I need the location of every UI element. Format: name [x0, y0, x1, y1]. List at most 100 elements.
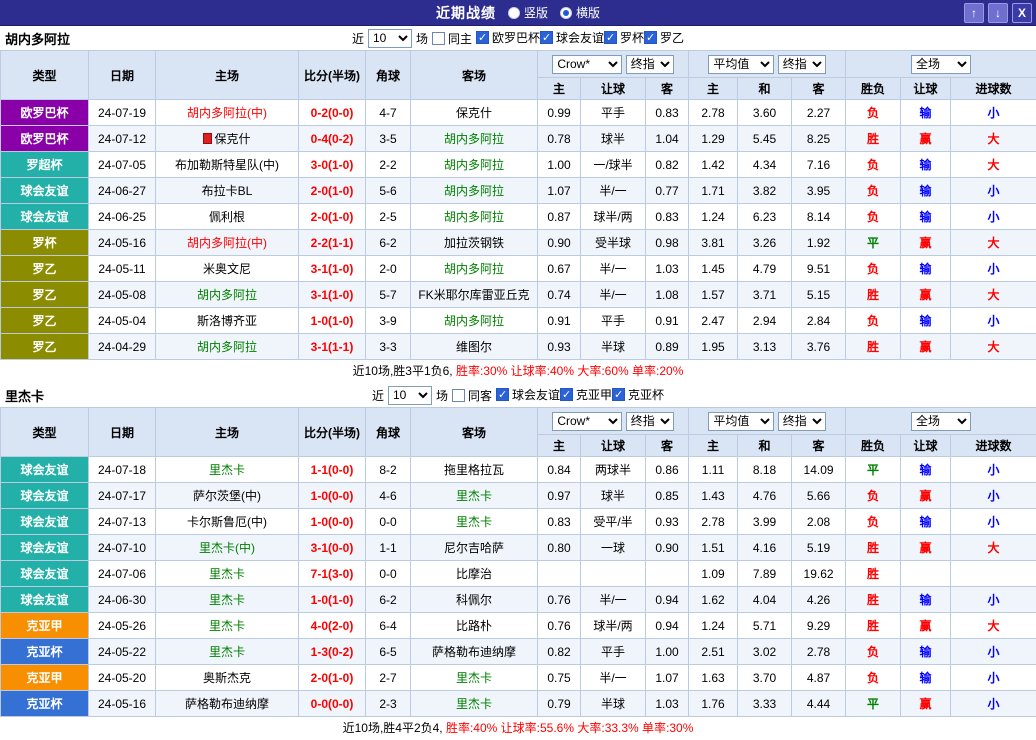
match-row: 欧罗巴杯24-07-19胡内多阿拉(中)0-2(0-0)4-7保克什0.99平手…: [1, 100, 1036, 126]
home-team[interactable]: 奥斯杰克: [156, 665, 299, 691]
home-team[interactable]: 胡内多阿拉: [156, 334, 299, 360]
away-team[interactable]: 萨格勒布迪纳摩: [411, 639, 538, 665]
league-filter-checkbox[interactable]: 球会友谊: [496, 386, 560, 403]
home-team-label: 佩利根: [209, 210, 245, 224]
away-team[interactable]: FK米耶尔库雷亚丘克: [411, 282, 538, 308]
average-select[interactable]: 平均值: [708, 412, 774, 431]
away-team[interactable]: 胡内多阿拉: [411, 126, 538, 152]
handicap-line: 受平/半: [581, 509, 646, 535]
result-goals: 小: [951, 509, 1036, 535]
filter-bar: 胡内多阿拉 近 10 场 同主 欧罗巴杯球会友谊罗杯罗乙: [0, 26, 1036, 50]
league-filter-checkbox[interactable]: 欧罗巴杯: [476, 29, 540, 46]
home-team[interactable]: 布拉卡BL: [156, 178, 299, 204]
sub-header-book-handicap: 让球: [581, 78, 646, 100]
home-team[interactable]: 斯洛博齐亚: [156, 308, 299, 334]
same-venue-checkbox[interactable]: 同主: [432, 30, 472, 47]
move-down-button[interactable]: ↓: [988, 3, 1008, 23]
avg-odds-home: 2.51: [689, 639, 738, 665]
scope-select[interactable]: 全场: [911, 55, 971, 74]
home-team-label: 里杰卡(中): [199, 541, 255, 555]
away-team[interactable]: 胡内多阿拉: [411, 178, 538, 204]
checkbox-checked-icon: [476, 31, 489, 44]
home-team[interactable]: 米奥文尼: [156, 256, 299, 282]
result-goals: 大: [951, 535, 1036, 561]
home-team[interactable]: 胡内多阿拉(中): [156, 100, 299, 126]
move-up-button[interactable]: ↑: [964, 3, 984, 23]
home-team[interactable]: 里杰卡: [156, 457, 299, 483]
match-score: 3-1(1-0): [299, 282, 366, 308]
avg-stage-select[interactable]: 终指: [778, 55, 826, 74]
odds-stage-select[interactable]: 终指: [626, 55, 674, 74]
col-header-corner: 角球: [366, 51, 411, 100]
handicap-line: 平手: [581, 639, 646, 665]
odds-stage-select[interactable]: 终指: [626, 412, 674, 431]
away-team[interactable]: 胡内多阿拉: [411, 204, 538, 230]
average-select[interactable]: 平均值: [708, 55, 774, 74]
corner-score: 8-2: [366, 457, 411, 483]
avg-odds-home: 1.43: [689, 483, 738, 509]
handicap-odds-away: 0.82: [646, 152, 689, 178]
match-row: 球会友谊24-06-25佩利根2-0(1-0)2-5胡内多阿拉0.87球半/两0…: [1, 204, 1036, 230]
result-handicap: 赢: [901, 535, 951, 561]
titlebar: 近期战绩 竖版 横版 ↑ ↓ X: [0, 0, 1036, 26]
match-date: 24-04-29: [89, 334, 156, 360]
league-filter-checkbox[interactable]: 克亚杯: [612, 386, 664, 403]
away-team[interactable]: 加拉茨钢铁: [411, 230, 538, 256]
match-date: 24-07-10: [89, 535, 156, 561]
away-team[interactable]: 保克什: [411, 100, 538, 126]
home-team[interactable]: 布加勒斯特星队(中): [156, 152, 299, 178]
layout-horizontal-radio[interactable]: 横版: [560, 4, 600, 21]
league-filter-checkbox[interactable]: 球会友谊: [540, 29, 604, 46]
layout-vertical-radio[interactable]: 竖版: [508, 4, 548, 21]
col-header-score: 比分(半场): [299, 408, 366, 457]
same-venue-checkbox[interactable]: 同客: [452, 387, 492, 404]
away-team[interactable]: 胡内多阿拉: [411, 256, 538, 282]
league-filter-checkbox[interactable]: 罗乙: [644, 29, 684, 46]
bookmaker-select[interactable]: Crow*: [552, 412, 622, 431]
away-team[interactable]: 比摩治: [411, 561, 538, 587]
match-count-select[interactable]: 10: [388, 386, 432, 405]
result-handicap: 赢: [901, 126, 951, 152]
home-team[interactable]: 保克什: [156, 126, 299, 152]
avg-odds-away: 8.14: [792, 204, 846, 230]
home-team[interactable]: 里杰卡: [156, 587, 299, 613]
away-team[interactable]: 科佩尔: [411, 587, 538, 613]
away-team[interactable]: 里杰卡: [411, 665, 538, 691]
handicap-odds-home: 0.97: [538, 483, 581, 509]
home-team[interactable]: 卡尔斯鲁厄(中): [156, 509, 299, 535]
away-team[interactable]: 拖里格拉瓦: [411, 457, 538, 483]
result-outcome: 平: [846, 230, 901, 256]
corner-score: 2-0: [366, 256, 411, 282]
away-team[interactable]: 胡内多阿拉: [411, 152, 538, 178]
handicap-odds-home: 1.00: [538, 152, 581, 178]
match-count-select[interactable]: 10: [368, 29, 412, 48]
league-filter-checkbox[interactable]: 罗杯: [604, 29, 644, 46]
home-team[interactable]: 里杰卡: [156, 639, 299, 665]
home-team[interactable]: 萨尔茨堡(中): [156, 483, 299, 509]
home-team[interactable]: 里杰卡: [156, 561, 299, 587]
league-type-badge: 球会友谊: [1, 587, 89, 613]
radio-selected-icon: [560, 7, 572, 19]
home-team[interactable]: 胡内多阿拉: [156, 282, 299, 308]
match-score: 2-0(1-0): [299, 665, 366, 691]
away-team[interactable]: 维图尔: [411, 334, 538, 360]
home-team[interactable]: 胡内多阿拉(中): [156, 230, 299, 256]
bookmaker-select[interactable]: Crow*: [552, 55, 622, 74]
scope-select[interactable]: 全场: [911, 412, 971, 431]
away-team[interactable]: 里杰卡: [411, 509, 538, 535]
away-team[interactable]: 胡内多阿拉: [411, 308, 538, 334]
league-filter-checkbox[interactable]: 克亚甲: [560, 386, 612, 403]
home-team-label: 米奥文尼: [203, 262, 251, 276]
away-team[interactable]: 里杰卡: [411, 691, 538, 717]
league-filter-label: 罗杯: [620, 29, 644, 46]
home-team-label: 萨格勒布迪纳摩: [185, 697, 269, 711]
away-team[interactable]: 尼尔吉哈萨: [411, 535, 538, 561]
home-team[interactable]: 佩利根: [156, 204, 299, 230]
home-team[interactable]: 里杰卡: [156, 613, 299, 639]
home-team[interactable]: 萨格勒布迪纳摩: [156, 691, 299, 717]
close-button[interactable]: X: [1012, 3, 1032, 23]
away-team[interactable]: 里杰卡: [411, 483, 538, 509]
away-team[interactable]: 比路朴: [411, 613, 538, 639]
home-team[interactable]: 里杰卡(中): [156, 535, 299, 561]
avg-stage-select[interactable]: 终指: [778, 412, 826, 431]
